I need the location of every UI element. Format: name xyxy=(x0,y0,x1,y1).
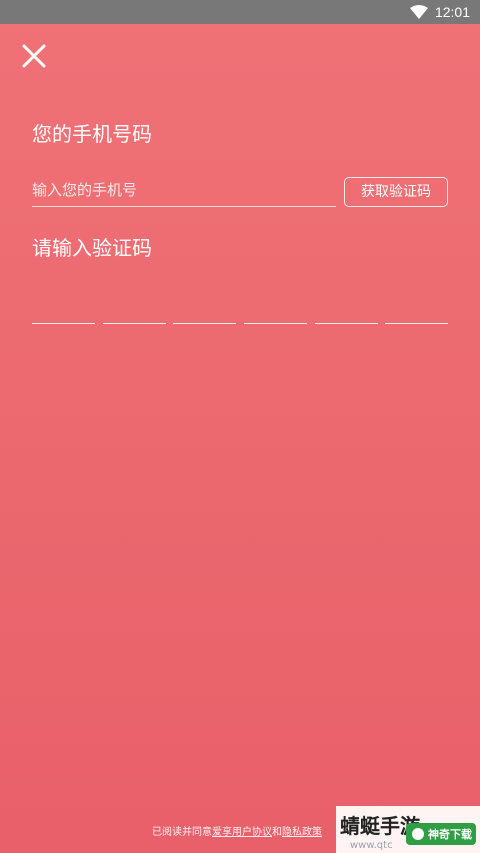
code-digit-6[interactable] xyxy=(385,294,448,324)
code-digit-2[interactable] xyxy=(103,294,166,324)
code-digit-4[interactable] xyxy=(244,294,307,324)
phone-label: 您的手机号码 xyxy=(32,122,152,146)
watermark-logo: 蜻蜓手游 www.qtc 神奇下载 xyxy=(336,806,480,853)
watermark-badge: 神奇下载 xyxy=(428,827,472,841)
status-time: 12:01 xyxy=(434,4,470,20)
agreement-prefix: 已阅读并同意 xyxy=(152,827,212,838)
privacy-policy-link[interactable]: 隐私政策 xyxy=(282,827,322,838)
code-digit-5[interactable] xyxy=(315,294,378,324)
close-icon xyxy=(22,44,46,68)
phone-input[interactable] xyxy=(32,174,336,207)
get-code-button[interactable]: 获取验证码 xyxy=(344,177,448,207)
wifi-icon xyxy=(410,5,428,19)
status-bar: 12:01 xyxy=(0,0,480,24)
watermark-url: www.qtc xyxy=(350,840,393,851)
user-agreement-link[interactable]: 爱享用户协议 xyxy=(212,827,272,838)
verification-label: 请输入验证码 xyxy=(32,236,152,260)
code-digit-1[interactable] xyxy=(32,294,95,324)
code-digit-3[interactable] xyxy=(173,294,236,324)
close-button[interactable] xyxy=(20,42,48,70)
agreement-connector: 和 xyxy=(272,827,282,838)
verification-code-inputs xyxy=(32,294,448,324)
agreement-text: 已阅读并同意爱享用户协议和隐私政策 xyxy=(152,826,322,840)
